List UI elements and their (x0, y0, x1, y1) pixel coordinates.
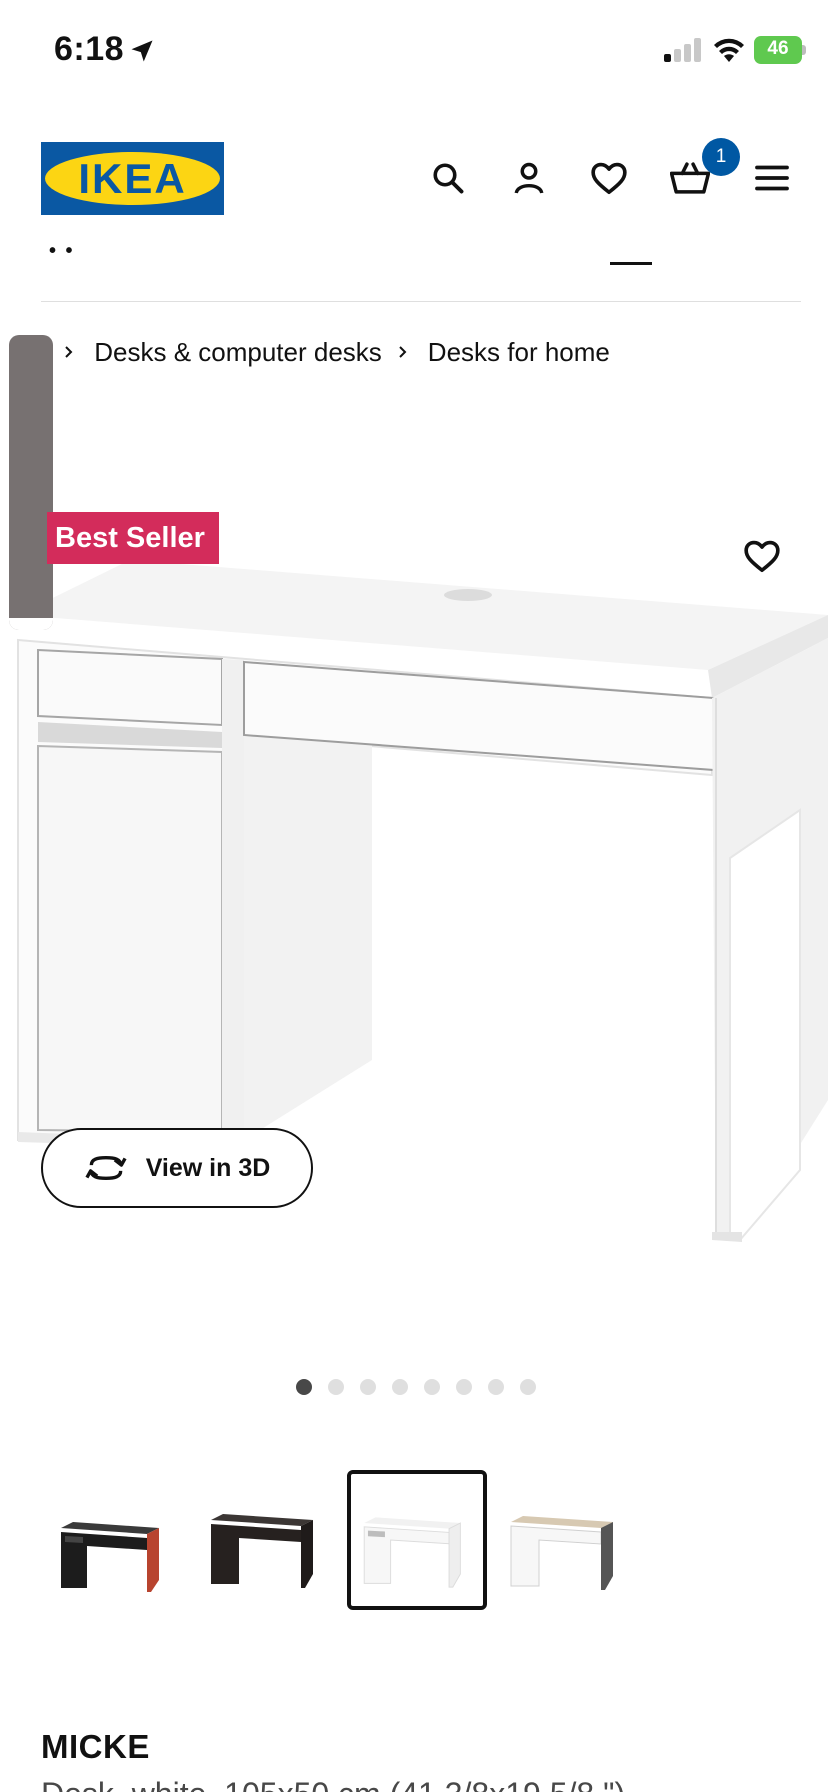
breadcrumb-item[interactable]: Desks for home (428, 337, 610, 368)
view-in-3d-label: View in 3D (145, 1153, 271, 1182)
variant-thumb-image (211, 1514, 313, 1588)
cart-count-badge: 1 (702, 138, 740, 176)
battery-level: 46 (767, 38, 789, 59)
status-time: 6:18 (54, 30, 125, 68)
breadcrumb: . Desks & computer desks Desks for home (41, 332, 610, 372)
chevron-right-icon (62, 345, 76, 359)
variant-thumb-white-anthracite[interactable] (497, 1470, 637, 1610)
tab-strip-fragment: • • (49, 240, 75, 262)
heart-icon (744, 540, 780, 573)
ikea-logo[interactable]: IKEA (41, 142, 224, 215)
tab-strip: • • (41, 240, 801, 302)
account-icon (514, 162, 544, 194)
active-tab-underline (610, 262, 652, 265)
battery-indicator: 46 (754, 36, 806, 64)
page-scroll-indicator[interactable] (9, 335, 53, 630)
search-icon (433, 163, 464, 194)
gallery-dot[interactable] (488, 1379, 504, 1395)
best-seller-badge: Best Seller (47, 512, 219, 564)
view-in-3d-button[interactable]: View in 3D (41, 1128, 313, 1208)
logo-text: IKEA (78, 155, 187, 202)
gallery-dot[interactable] (360, 1379, 376, 1395)
add-to-favourites-button[interactable] (738, 532, 786, 580)
gallery-dot[interactable] (424, 1379, 440, 1395)
chevron-right-icon (396, 345, 410, 359)
product-measurement-link[interactable]: 105x50 cm (41 3/8x19 5/8 ") (224, 1776, 625, 1792)
gallery-dot[interactable] (328, 1379, 344, 1395)
favourites-button[interactable] (585, 154, 633, 202)
heart-icon (591, 162, 627, 195)
product-description: Desk, white, 105x50 cm (41 3/8x19 5/8 ") (41, 1776, 625, 1792)
wifi-icon (714, 38, 744, 62)
status-bar: 6:18 46 (0, 0, 828, 100)
variant-thumb-image (363, 1517, 461, 1588)
variant-thumb-black-brown-red[interactable] (47, 1470, 187, 1610)
product-page: 6:18 46 IKEA 1 • • Desks & computer desk… (0, 0, 828, 1792)
menu-icon (755, 165, 789, 191)
account-button[interactable] (505, 154, 553, 202)
signal-icon (664, 38, 701, 62)
rotate-3d-icon (85, 1156, 127, 1180)
location-arrow-icon (131, 40, 153, 62)
variant-thumb-white[interactable] (347, 1470, 487, 1610)
gallery-pagination (296, 1377, 536, 1397)
variant-thumb-black-brown[interactable] (197, 1470, 337, 1610)
gallery-dot[interactable] (520, 1379, 536, 1395)
product-description-prefix: Desk, white, (41, 1776, 224, 1792)
variant-thumb-image (510, 1516, 613, 1590)
menu-button[interactable] (748, 154, 796, 202)
product-name: MICKE (41, 1728, 150, 1765)
gallery-dot[interactable] (296, 1379, 312, 1395)
search-button[interactable] (424, 154, 472, 202)
gallery-dot[interactable] (456, 1379, 472, 1395)
variant-thumbnails (47, 1470, 647, 1610)
breadcrumb-item[interactable]: Desks & computer desks (94, 337, 382, 368)
variant-thumb-image (61, 1522, 159, 1592)
site-header: IKEA (0, 130, 828, 230)
gallery-dot[interactable] (392, 1379, 408, 1395)
